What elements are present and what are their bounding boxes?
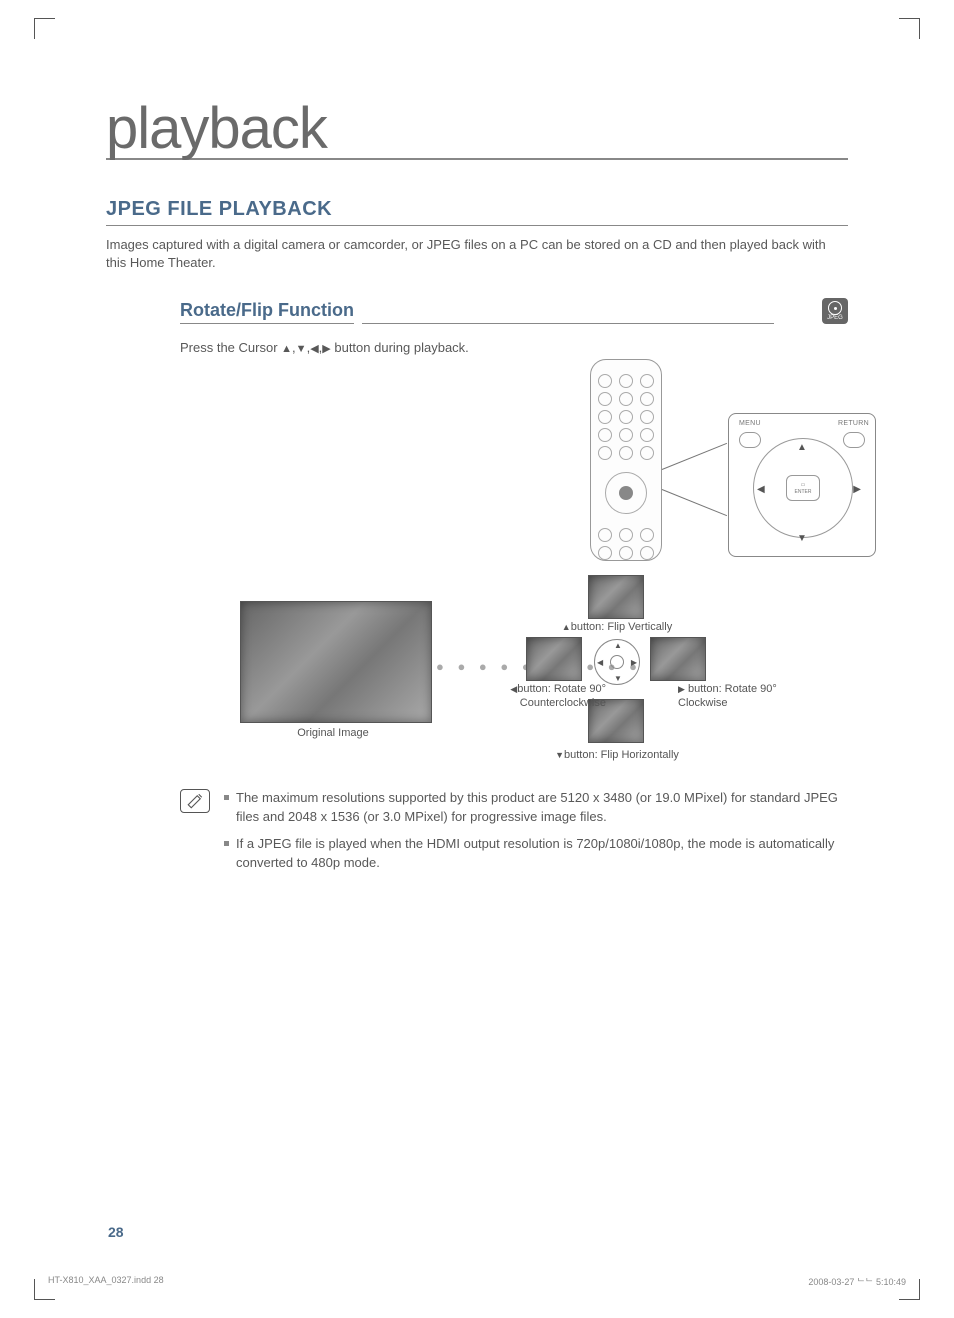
remote-closeup-illustration: MENU RETURN ▭ ENTER ▲ ▼ ◀ ▶ (728, 413, 876, 557)
caption-right-line2: Clockwise (678, 697, 728, 709)
figure-area: MENU RETURN ▭ ENTER ▲ ▼ ◀ ▶ (180, 359, 848, 779)
rotate-ccw-thumb (526, 637, 582, 681)
dpad-down-icon: ▼ (797, 533, 807, 544)
page-number: 28 (108, 1224, 124, 1240)
left-triangle-icon: ◀ (310, 343, 318, 355)
dpad-ring-icon: ▭ ENTER (753, 438, 853, 538)
nav-circle-icon: ▲▼ ◀▶ (594, 639, 640, 685)
original-image-thumb (240, 601, 432, 723)
jpeg-badge-label: JPEG (827, 315, 843, 321)
return-button-icon (843, 432, 865, 448)
content-area: playback JPEG FILE PLAYBACK Images captu… (106, 100, 848, 881)
note-list: The maximum resolutions supported by thi… (224, 789, 848, 880)
leader-line (662, 443, 727, 470)
title-rule (327, 158, 848, 160)
enter-button-icon: ▭ ENTER (786, 475, 820, 501)
flip-vertical-thumb (588, 575, 644, 619)
up-triangle-icon: ▲ (562, 622, 571, 632)
subsection: Rotate/Flip Function JPEG Press the Curs… (180, 298, 848, 779)
note-item: The maximum resolutions supported by thi… (224, 789, 848, 827)
caption-left: ◀button: Rotate 90° Counterclockwise (496, 683, 606, 709)
chapter-title: playback (106, 100, 327, 160)
sub-rule (362, 323, 774, 324)
caption-down: ▼button: Flip Horizontally (542, 749, 692, 762)
caption-up: ▲button: Flip Vertically (552, 621, 682, 634)
menu-button-icon (739, 432, 761, 448)
caption-left-line1: button: Rotate 90° (517, 683, 606, 695)
intro-text: Images captured with a digital camera or… (106, 236, 848, 272)
caption-left-line2: Counterclockwise (520, 697, 606, 709)
remote-full-illustration (590, 359, 662, 561)
enter-label: ENTER (795, 489, 812, 495)
dpad-right-icon: ▶ (853, 484, 861, 495)
caption-right: ▶ button: Rotate 90° Clockwise (678, 683, 788, 709)
caption-original: Original Image (278, 727, 388, 740)
instruction-suffix: button during playback. (331, 340, 469, 355)
footer-filename: HT-X810_XAA_0327.indd 28 (48, 1275, 164, 1288)
right-triangle-icon: ▶ (322, 343, 330, 355)
right-triangle-icon: ▶ (678, 684, 685, 694)
dpad-left-icon: ◀ (757, 484, 765, 495)
subsection-header-row: Rotate/Flip Function JPEG (180, 298, 848, 324)
crop-mark (34, 18, 55, 39)
chapter-title-row: playback (106, 100, 848, 160)
caption-down-text: button: Flip Horizontally (564, 749, 679, 761)
caption-up-text: button: Flip Vertically (571, 621, 673, 633)
crop-mark (899, 18, 920, 39)
section-heading: JPEG FILE PLAYBACK (106, 198, 848, 226)
rotate-cw-thumb (650, 637, 706, 681)
print-footer: HT-X810_XAA_0327.indd 28 2008-03-27 ᄂᄂ 5… (48, 1275, 906, 1288)
manual-page: playback JPEG FILE PLAYBACK Images captu… (0, 0, 954, 1318)
subsection-heading: Rotate/Flip Function (180, 300, 354, 324)
down-triangle-icon: ▼ (296, 343, 307, 355)
return-label: RETURN (838, 420, 869, 427)
instruction-line: Press the Cursor ▲,▼,◀,▶ button during p… (180, 340, 848, 355)
up-triangle-icon: ▲ (281, 343, 292, 355)
caption-right-line1: button: Rotate 90° (688, 683, 777, 695)
pencil-note-icon (180, 789, 210, 813)
jpeg-disc-icon: JPEG (822, 298, 848, 324)
leader-line (662, 489, 727, 516)
down-triangle-icon: ▼ (555, 750, 564, 760)
footer-timestamp: 2008-03-27 ᄂᄂ 5:10:49 (808, 1275, 906, 1288)
menu-label: MENU (739, 420, 761, 427)
instruction-prefix: Press the Cursor (180, 340, 281, 355)
remote-dpad-icon (605, 472, 647, 514)
dpad-up-icon: ▲ (797, 442, 807, 453)
notes-block: The maximum resolutions supported by thi… (106, 789, 848, 880)
note-item: If a JPEG file is played when the HDMI o… (224, 835, 848, 873)
